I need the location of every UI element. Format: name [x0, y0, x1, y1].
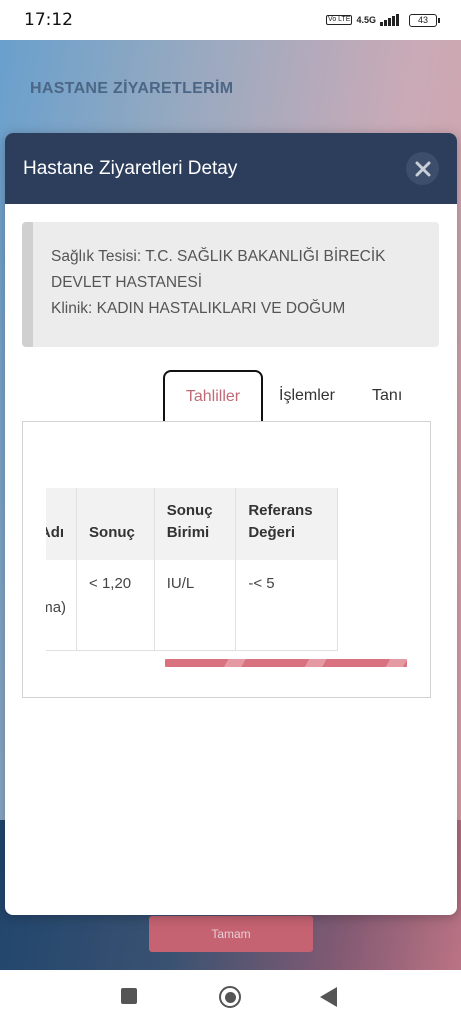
cell-unit: IU/L [154, 560, 237, 651]
facility-info-box: Sağlık Tesisi: T.C. SAĞLIK BAKANLIĞI BİR… [22, 222, 439, 347]
close-icon [415, 161, 430, 176]
visit-detail-modal: Hastane Ziyaretleri Detay Sağlık Tesisi:… [5, 133, 457, 915]
table-header-row: Adı Sonuç Sonuç Birimi Referans Değeri [46, 488, 338, 560]
clinic-line: Klinik: KADIN HASTALIKLARI VE DOĞUM [51, 300, 346, 317]
header-reference-text: Referans Değeri [248, 502, 313, 541]
modal-header: Hastane Ziyaretleri Detay [5, 133, 457, 204]
results-table: Adı Sonuç Sonuç Birimi Referans Değeri G… [46, 488, 338, 651]
results-table-scroll[interactable]: Adı Sonuç Sonuç Birimi Referans Değeri G… [46, 488, 408, 668]
triangle-back-icon[interactable] [320, 987, 337, 1007]
tab-bar: Tahliller İşlemler Tanı [163, 370, 402, 422]
header-unit: Sonuç Birimi [154, 488, 237, 560]
tab-tani[interactable]: Tanı [372, 370, 402, 422]
close-button[interactable] [406, 152, 439, 185]
signal-icon [380, 14, 399, 26]
battery-icon: 43 [409, 13, 440, 27]
system-nav-bar [0, 970, 461, 1024]
status-time: 17:12 [24, 10, 73, 30]
modal-title: Hastane Ziyaretleri Detay [23, 157, 238, 179]
tab-panel: Adı Sonuç Sonuç Birimi Referans Değeri G… [22, 421, 431, 698]
facility-line-1: Sağlık Tesisi: T.C. SAĞLIK BAKANLIĞI BİR… [51, 248, 386, 265]
header-result: Sonuç [76, 488, 155, 560]
circle-icon[interactable] [219, 986, 241, 1008]
cell-reference: -< 5 [235, 560, 338, 651]
status-bar: 17:12 Vo LTE 4.5G 43 [0, 0, 461, 40]
table-row: G Plazma) < 1,20 IU/L -< 5 [46, 560, 338, 651]
header-reference: Referans Değeri [235, 488, 338, 560]
network-type: 4.5G [356, 14, 376, 25]
cell-name: G Plazma) [46, 560, 78, 651]
cell-result: < 1,20 [76, 560, 155, 651]
header-name: Adı [46, 488, 78, 560]
header-unit-text: Sonuç Birimi [166, 502, 213, 541]
tab-islemler[interactable]: İşlemler [279, 370, 335, 422]
tab-tahliller[interactable]: Tahliller [163, 370, 263, 422]
volte-icon: Vo LTE [326, 15, 353, 25]
facility-line-2: DEVLET HASTANESİ [51, 274, 203, 291]
square-icon[interactable] [121, 988, 137, 1004]
cell-name-text: G Plazma) [46, 599, 67, 616]
status-icons: Vo LTE 4.5G 43 [326, 13, 440, 27]
table-scrollbar[interactable] [165, 659, 407, 667]
